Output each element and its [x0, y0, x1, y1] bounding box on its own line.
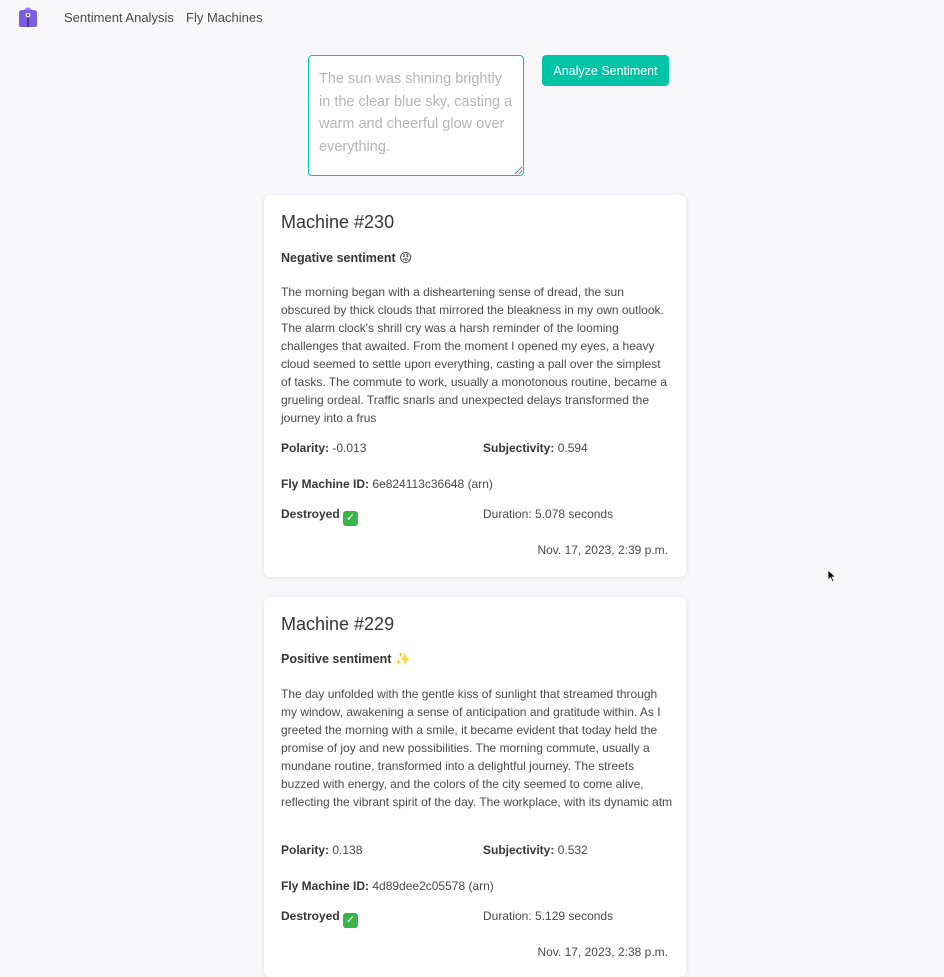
- subjectivity-field: Subjectivity: 0.532: [483, 843, 588, 857]
- polarity-value: 0.138: [332, 843, 363, 857]
- machine-id-label: Fly Machine ID:: [281, 477, 370, 491]
- subjectivity-label: Subjectivity:: [483, 441, 555, 455]
- check-mark-icon: ✓: [343, 913, 359, 928]
- machine-title: Machine #229: [281, 614, 395, 634]
- machine-id-value: 6e824113c36648 (arn): [372, 477, 493, 491]
- nav-link-fly-machines[interactable]: Fly Machines: [186, 10, 263, 25]
- check-mark-icon: ✓: [343, 511, 359, 526]
- sentiment-label: Positive sentiment ✨: [281, 652, 411, 667]
- subjectivity-value: 0.532: [557, 843, 588, 857]
- duration-label: Duration:: [483, 909, 532, 923]
- duration-label: Duration:: [483, 507, 532, 521]
- angry-face-icon: 😡: [399, 251, 413, 265]
- machine-id-field: Fly Machine ID: 6e824113c36648 (arn): [281, 477, 493, 491]
- duration-value: 5.129 seconds: [535, 909, 614, 923]
- subjectivity-label: Subjectivity:: [483, 843, 555, 857]
- nav-link-sentiment-analysis[interactable]: Sentiment Analysis: [64, 10, 174, 25]
- destroyed-field: Destroyed ✓: [281, 909, 359, 928]
- destroyed-label: Destroyed: [281, 507, 340, 521]
- navbar: Sentiment Analysis Fly Machines: [0, 0, 944, 36]
- subjectivity-value: 0.594: [557, 441, 588, 455]
- machine-card: Machine #229 Positive sentiment ✨ The da…: [264, 597, 686, 977]
- mouse-cursor-icon: [827, 569, 837, 583]
- machine-title: Machine #230: [281, 212, 395, 232]
- sentiment-text: Positive sentiment: [281, 652, 392, 666]
- destroyed-label: Destroyed: [281, 909, 340, 923]
- created-date: Nov. 17, 2023, 2:39 p.m.: [537, 543, 668, 557]
- analyzed-text: The day unfolded with the gentle kiss of…: [281, 687, 673, 809]
- analyzed-text: The morning began with a disheartening s…: [281, 285, 667, 425]
- subjectivity-field: Subjectivity: 0.594: [483, 441, 588, 455]
- app-logo-icon[interactable]: [16, 6, 40, 30]
- polarity-field: Polarity: 0.138: [281, 843, 362, 857]
- polarity-label: Polarity:: [281, 843, 330, 857]
- duration-value: 5.078 seconds: [535, 507, 614, 521]
- machine-id-value: 4d89dee2c05578 (arn): [372, 879, 494, 893]
- sentiment-input[interactable]: [308, 55, 524, 176]
- machine-id-label: Fly Machine ID:: [281, 879, 370, 893]
- polarity-label: Polarity:: [281, 441, 330, 455]
- machine-id-field: Fly Machine ID: 4d89dee2c05578 (arn): [281, 879, 494, 893]
- machine-card: Machine #230 Negative sentiment 😡 The mo…: [264, 195, 686, 577]
- duration-field: Duration: 5.129 seconds: [483, 909, 613, 923]
- sparkles-icon: ✨: [394, 652, 411, 666]
- created-date: Nov. 17, 2023, 2:38 p.m.: [537, 945, 668, 959]
- sentiment-label: Negative sentiment 😡: [281, 250, 412, 265]
- analyze-sentiment-button[interactable]: Analyze Sentiment: [542, 55, 669, 86]
- polarity-value: -0.013: [332, 441, 367, 455]
- duration-field: Duration: 5.078 seconds: [483, 507, 613, 521]
- destroyed-field: Destroyed ✓: [281, 507, 359, 526]
- sentiment-text: Negative sentiment: [281, 251, 396, 265]
- polarity-field: Polarity: -0.013: [281, 441, 366, 455]
